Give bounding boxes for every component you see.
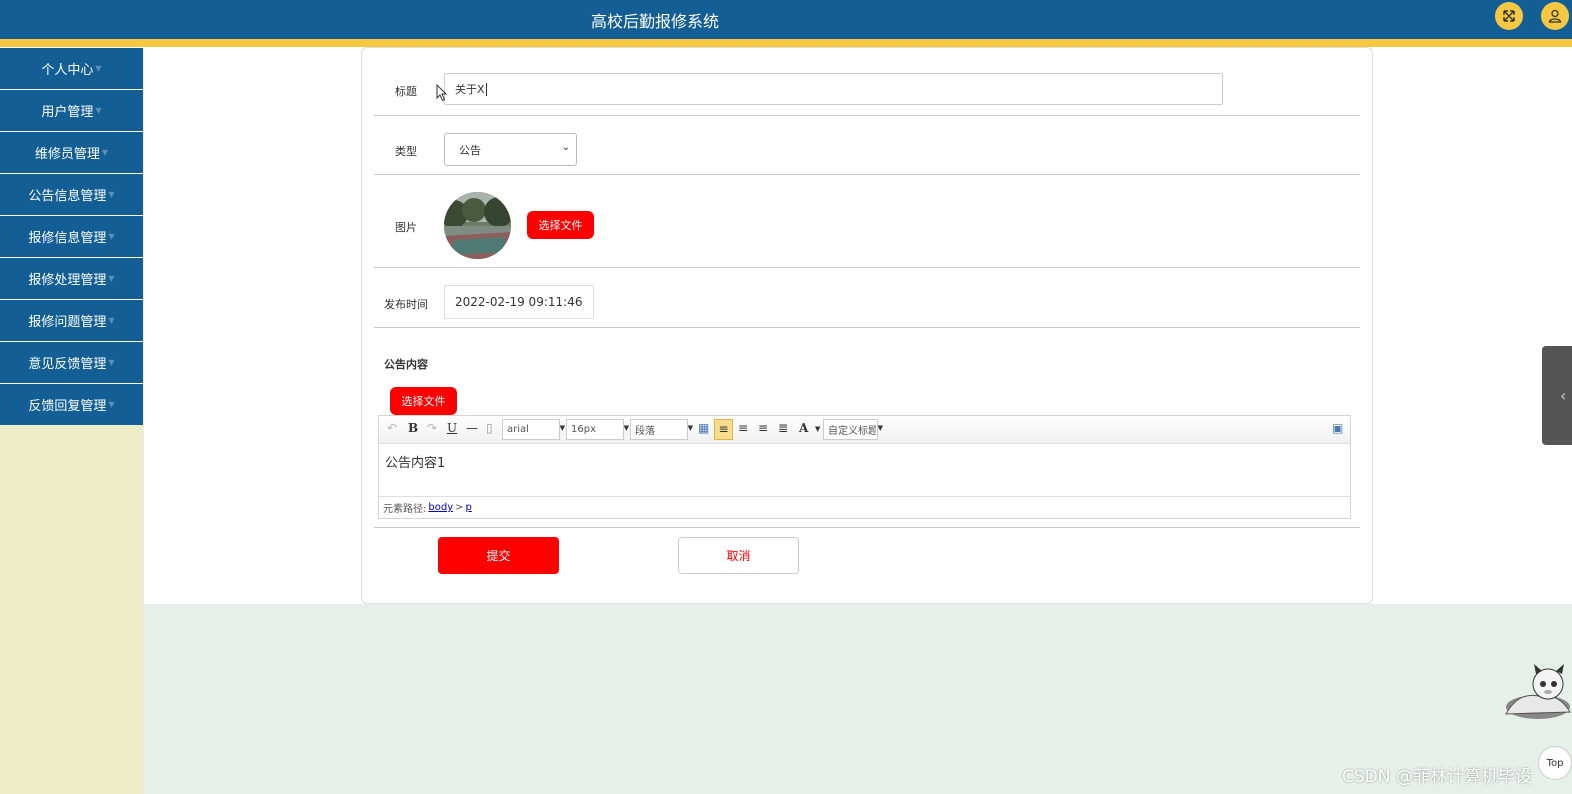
content-label: 公告内容 <box>384 358 428 371</box>
caret-down-icon: ▼ <box>108 190 115 199</box>
chevron-down-icon: ⌄ <box>561 142 570 153</box>
caret-down-icon: ▼ <box>108 232 115 241</box>
image-label: 图片 <box>395 221 417 234</box>
image-choose-file-button[interactable]: 选择文件 <box>527 211 594 239</box>
align-justify-icon[interactable]: ≣ <box>778 421 788 435</box>
path-p-link[interactable]: p <box>466 502 472 513</box>
sidebar-item-label: 反馈回复管理 <box>28 399 107 414</box>
editor-content[interactable]: 公告内容1 <box>379 444 1350 496</box>
element-path-bar: 元素路径: body > p <box>379 496 1350 518</box>
editor-toolbar: ↶ B ↷ U — ▯ arial ▼ 16px ▼ 段落 ▼ ▦ ≡ ≡ ≡ ≣ A… <box>379 416 1350 444</box>
publish-time-input[interactable]: 2022-02-19 09:11:46 <box>444 285 594 319</box>
dropdown-arrow-icon: ▼ <box>877 424 883 432</box>
title-label: 标题 <box>395 85 417 98</box>
caret-down-icon: ▼ <box>108 274 115 283</box>
underline-icon[interactable]: U <box>447 421 457 435</box>
custom-title-select[interactable]: 自定义标题 ▼ <box>823 419 883 440</box>
custom-title-value: 自定义标题 <box>828 426 876 437</box>
redo-icon[interactable]: ↷ <box>427 421 437 435</box>
font-family-select[interactable]: arial ▼ <box>502 419 565 440</box>
sidebar-item-personal-center[interactable]: 个人中心 ▼ <box>0 47 143 89</box>
mouse-cursor-icon <box>436 84 448 102</box>
chevron-left-icon: ‹ <box>1560 386 1567 405</box>
rich-text-editor: ↶ B ↷ U — ▯ arial ▼ 16px ▼ 段落 ▼ ▦ ≡ ≡ ≡ ≣ A… <box>378 415 1351 519</box>
expand-icon <box>1503 10 1515 22</box>
font-size-select[interactable]: 16px ▼ <box>566 419 629 440</box>
align-left-icon[interactable]: ≡ <box>714 419 733 440</box>
announcement-form <box>361 47 1373 604</box>
top-header: 高校后勤报修系统 <box>0 0 1572 39</box>
row-divider <box>374 327 1360 328</box>
row-divider <box>374 174 1360 175</box>
caret-down-icon: ▼ <box>95 106 102 115</box>
sidebar-item-label: 意见反馈管理 <box>28 357 107 372</box>
align-center-icon[interactable]: ≡ <box>758 421 768 435</box>
row-divider <box>374 267 1360 268</box>
sidebar-item-label: 维修员管理 <box>34 147 100 162</box>
sidebar-item-label: 公告信息管理 <box>28 189 107 204</box>
dropdown-arrow-icon: ▼ <box>687 424 693 432</box>
header-accent-stripe <box>0 39 1572 47</box>
cancel-button[interactable]: 取消 <box>678 537 799 574</box>
content-choose-file-button[interactable]: 选择文件 <box>390 387 457 415</box>
uploaded-image-thumbnail <box>444 192 511 259</box>
sidebar-item-repair-issues[interactable]: 报修问题管理 ▼ <box>0 299 143 341</box>
title-input[interactable]: 关于X <box>444 73 1223 105</box>
user-icon <box>1548 9 1562 23</box>
sidebar-item-users[interactable]: 用户管理 ▼ <box>0 89 143 131</box>
caret-down-icon: ▼ <box>101 148 109 157</box>
source-view-icon[interactable]: ▣ <box>1332 421 1343 435</box>
row-divider <box>374 527 1360 528</box>
csdn-watermark: CSDN @菲林计算机毕设 <box>1342 767 1532 787</box>
sidebar-item-label: 报修信息管理 <box>28 231 107 246</box>
type-select-value: 公告 <box>459 143 481 157</box>
type-label: 类型 <box>395 145 417 158</box>
type-select[interactable]: 公告 ⌄ <box>444 133 577 166</box>
sidebar-item-feedback[interactable]: 意见反馈管理 ▼ <box>0 341 143 383</box>
font-family-value: arial <box>507 424 529 435</box>
bold-icon[interactable]: B <box>408 421 418 435</box>
sidebar-item-label: 用户管理 <box>41 105 94 120</box>
caret-down-icon: ▼ <box>108 358 115 367</box>
back-to-top-button[interactable]: Top <box>1538 746 1572 780</box>
sidebar-item-label: 个人中心 <box>41 63 94 78</box>
sidebar: 个人中心 ▼ 用户管理 ▼ 维修员管理 ▼ 公告信息管理 ▼ 报修信息管理 ▼ 报修处理管… <box>0 47 143 794</box>
sidebar-item-feedback-reply[interactable]: 反馈回复管理 ▼ <box>0 383 143 425</box>
app-title: 高校后勤报修系统 <box>590 12 719 31</box>
sidebar-item-announcements[interactable]: 公告信息管理 ▼ <box>0 173 143 215</box>
dropdown-arrow-icon: ▼ <box>559 424 565 432</box>
caret-down-icon: ▼ <box>108 316 115 325</box>
publish-time-label: 发布时间 <box>384 298 428 311</box>
sidebar-item-repair-info[interactable]: 报修信息管理 ▼ <box>0 215 143 257</box>
font-size-value: 16px <box>571 424 596 435</box>
text-caret <box>485 82 487 96</box>
user-button[interactable] <box>1541 2 1569 30</box>
title-input-value: 关于X <box>455 83 485 96</box>
element-path-label: 元素路径: <box>383 504 427 515</box>
caret-down-icon: ▼ <box>108 400 115 409</box>
dropdown-arrow-icon: ▼ <box>623 424 629 432</box>
align-right-icon[interactable]: ≡ <box>738 421 748 435</box>
font-color-icon[interactable]: A <box>799 421 808 435</box>
paragraph-value: 段落 <box>635 426 655 437</box>
caret-down-icon: ▼ <box>95 64 102 73</box>
path-body-link[interactable]: body <box>428 502 453 513</box>
row-divider <box>374 115 1360 116</box>
undo-icon[interactable]: ↶ <box>387 421 397 435</box>
horizontal-rule-icon[interactable]: — <box>466 421 478 435</box>
dropdown-arrow-icon[interactable]: ▼ <box>815 425 820 433</box>
submit-button[interactable]: 提交 <box>438 537 559 574</box>
sidebar-item-repair-handling[interactable]: 报修处理管理 ▼ <box>0 257 143 299</box>
table-icon[interactable]: ▦ <box>698 421 709 435</box>
paragraph-select[interactable]: 段落 ▼ <box>630 419 693 440</box>
sidebar-item-repairmen[interactable]: 维修员管理 ▼ <box>0 131 143 173</box>
sidebar-item-label: 报修处理管理 <box>28 273 107 288</box>
cat-mascot-icon <box>1505 664 1571 719</box>
fullscreen-button[interactable] <box>1495 2 1523 30</box>
sidebar-item-label: 报修问题管理 <box>28 315 107 330</box>
paste-icon[interactable]: ▯ <box>486 421 493 435</box>
side-panel-toggle[interactable]: ‹ <box>1542 346 1572 445</box>
path-separator: > <box>455 502 464 513</box>
